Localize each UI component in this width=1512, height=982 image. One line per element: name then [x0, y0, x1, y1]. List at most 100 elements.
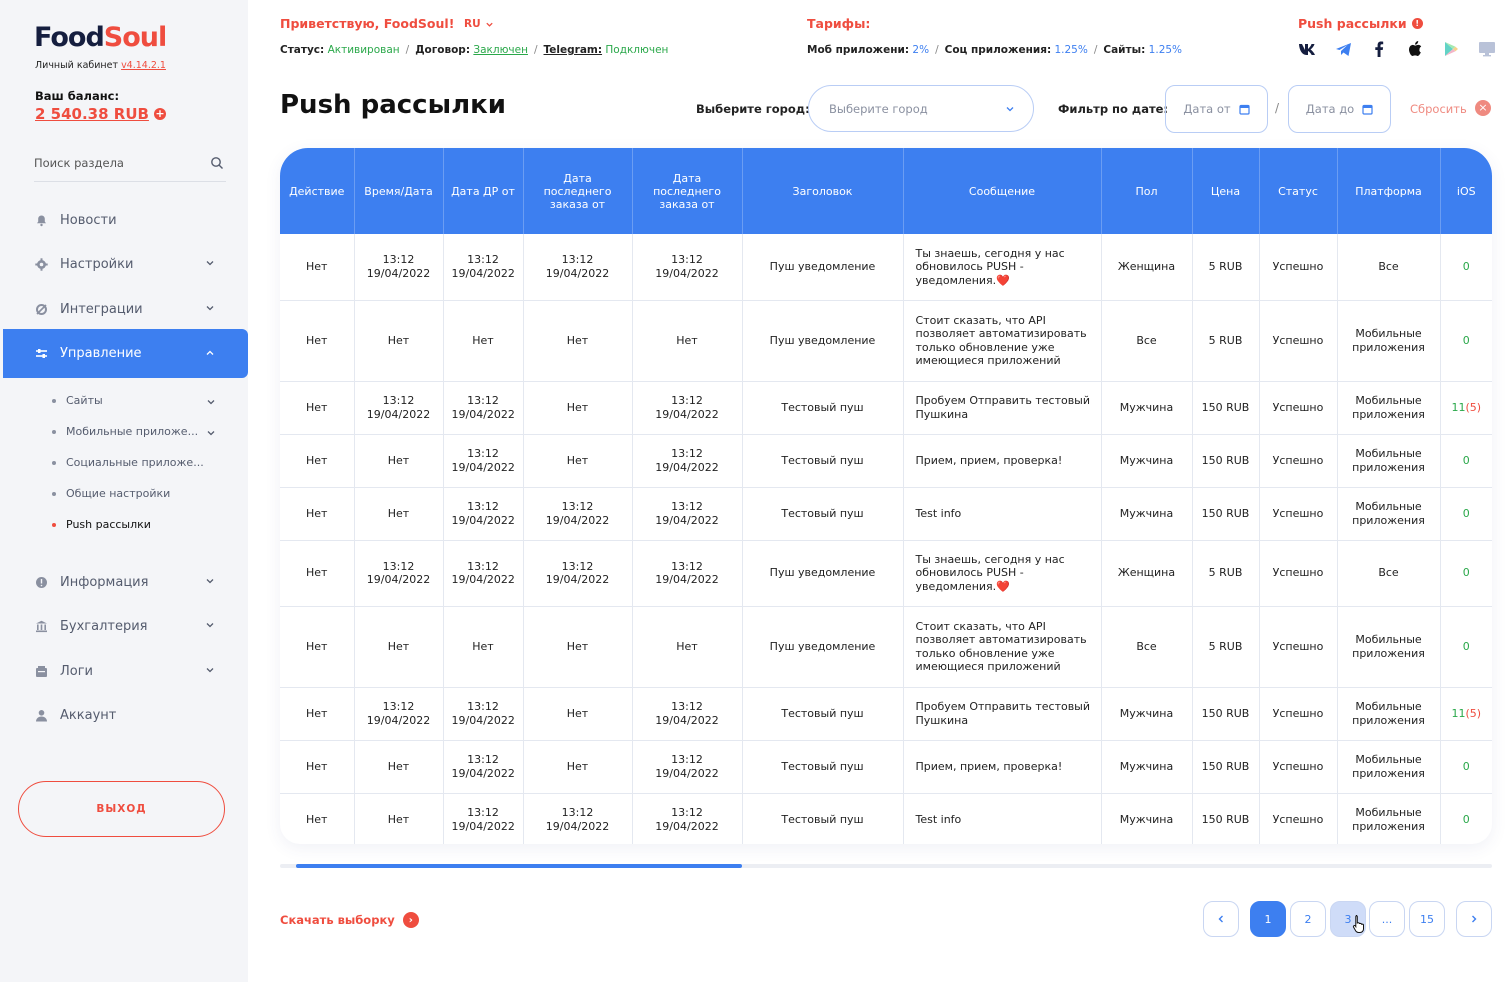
tariffs-title: Тарифы: — [807, 16, 871, 31]
title-cell: Пуш уведомление — [742, 300, 904, 382]
title-cell: Тестовый пуш — [742, 687, 904, 741]
chevron-down-icon — [206, 579, 214, 584]
telegram-icon[interactable] — [1332, 39, 1354, 59]
column-header[interactable]: Статус — [1259, 148, 1338, 234]
sub-item-mobile-apps[interactable]: Мобильные приложе... — [52, 425, 215, 438]
column-header[interactable]: Время/Дата — [354, 148, 444, 234]
scrollbar-thumb[interactable] — [296, 864, 742, 868]
nav-item-information[interactable]: Информация — [0, 560, 248, 604]
add-balance-icon[interactable]: + — [154, 108, 166, 120]
platform-cell: Все — [1337, 234, 1441, 301]
nav-item-integrations[interactable]: Интеграции — [0, 287, 248, 331]
balance-value[interactable]: 2 540.38 RUB — [35, 105, 149, 123]
download-selection-button[interactable]: Скачать выборку › — [280, 912, 419, 928]
date-from-input[interactable]: Дата от — [1165, 85, 1268, 133]
telegram-status: Подключен — [605, 44, 669, 56]
column-header[interactable]: Пол — [1101, 148, 1193, 234]
datetime-cell: Нет — [354, 487, 444, 541]
sub-item-general-settings[interactable]: Общие настройки — [52, 487, 170, 500]
price-cell: 150 RUB — [1192, 487, 1260, 541]
close-icon[interactable]: × — [1475, 100, 1491, 116]
desktop-icon[interactable] — [1476, 39, 1498, 59]
message-cell: Ты знаешь, сегодня у нас обновилось PUSH… — [903, 540, 1102, 607]
reset-filters-button[interactable]: Сбросить — [1410, 102, 1467, 116]
status-cell: Успешно — [1259, 540, 1338, 607]
account-status-line: Статус: Активирован / Договор: Заключен / Te… — [280, 44, 669, 56]
nav-item-logs[interactable]: Логи — [0, 649, 248, 693]
table-row[interactable]: Нет 13:12 19/04/2022 13:12 19/04/2022 Нет 13… — [280, 687, 1492, 741]
date-to-input[interactable]: Дата до — [1288, 85, 1391, 133]
sub-item-social-apps[interactable]: Социальные приложе... — [52, 456, 204, 469]
gender-cell: Мужчина — [1101, 381, 1193, 435]
table-row[interactable]: Нет Нет 13:12 19/04/2022 Нет 13:12 19/04/202… — [280, 740, 1492, 794]
apple-icon[interactable] — [1404, 39, 1426, 59]
prev-page-button[interactable] — [1203, 901, 1239, 937]
page-button-15[interactable]: 15 — [1409, 901, 1445, 937]
table-row[interactable]: Нет Нет Нет Нет Нет Пуш уведомление Стоит сказ… — [280, 606, 1492, 688]
page-button-1[interactable]: 1 — [1250, 901, 1286, 937]
city-select[interactable]: Выберите город — [808, 85, 1034, 132]
hand-cursor-icon — [1352, 915, 1364, 933]
nav-item-settings[interactable]: Настройки — [0, 242, 248, 286]
table-row[interactable]: Нет 13:12 19/04/2022 13:12 19/04/2022 Нет 13… — [280, 381, 1492, 435]
table-row[interactable]: Нет Нет 13:12 19/04/2022 13:12 19/04/2022 13… — [280, 487, 1492, 541]
column-header[interactable]: Действие — [280, 148, 355, 234]
datetime-cell: 13:12 19/04/2022 — [354, 234, 444, 301]
status-cell: Успешно — [1259, 381, 1338, 435]
table-row[interactable]: Нет Нет 13:12 19/04/2022 13:12 19/04/2022 13… — [280, 793, 1492, 844]
column-header[interactable]: Дата последнего заказа от — [632, 148, 743, 234]
nav-item-accounting[interactable]: Бухгалтерия — [0, 604, 248, 648]
nav-item-account[interactable]: Аккаунт — [0, 693, 248, 737]
facebook-icon[interactable] — [1368, 39, 1390, 59]
telegram-link[interactable]: Telegram: — [544, 44, 603, 56]
message-cell: Пробуем Отправить тестовый Пушкина — [903, 381, 1102, 435]
sub-item-sites[interactable]: Сайты — [52, 394, 215, 407]
next-page-button[interactable] — [1456, 901, 1492, 937]
vk-icon[interactable] — [1296, 39, 1318, 59]
table-row[interactable]: Нет 13:12 19/04/2022 13:12 19/04/2022 13:12… — [280, 540, 1492, 607]
table-row[interactable]: Нет Нет 13:12 19/04/2022 Нет 13:12 19/04/202… — [280, 434, 1492, 488]
last-order-cell: Нет — [523, 687, 633, 741]
logo[interactable]: FoodSoul — [34, 22, 167, 53]
contract-link[interactable]: Заключен — [473, 44, 528, 56]
logout-button[interactable]: ВЫХОД — [18, 781, 225, 837]
column-header[interactable]: Дата последнего заказа от — [523, 148, 633, 234]
search-icon[interactable] — [210, 156, 224, 170]
nav-item-management[interactable]: Управление — [3, 329, 248, 378]
datetime-cell: Нет — [354, 300, 444, 382]
datetime-cell: Нет — [354, 740, 444, 794]
title-cell: Тестовый пуш — [742, 434, 904, 488]
column-header[interactable]: Цена — [1192, 148, 1260, 234]
table-row[interactable]: Нет 13:12 19/04/2022 13:12 19/04/2022 13:12… — [280, 234, 1492, 301]
date-separator: / — [1275, 101, 1280, 115]
column-header[interactable]: Сообщение — [903, 148, 1102, 234]
column-header[interactable]: Дата ДР от — [443, 148, 524, 234]
language-select[interactable]: RU — [464, 18, 494, 30]
google-play-icon[interactable] — [1440, 39, 1462, 59]
version-link[interactable]: v4.14.2.1 — [121, 60, 166, 71]
page-button-2[interactable]: 2 — [1290, 901, 1326, 937]
last-order-cell: Нет — [523, 381, 633, 435]
column-header[interactable]: Заголовок — [742, 148, 904, 234]
horizontal-scrollbar[interactable] — [280, 864, 1492, 868]
balance-label: Ваш баланс: — [35, 89, 120, 103]
price-cell: 5 RUB — [1192, 540, 1260, 607]
datetime-cell: 13:12 19/04/2022 — [354, 381, 444, 435]
column-header[interactable]: iOS — [1440, 148, 1492, 234]
action-cell: Нет — [280, 300, 355, 382]
column-header[interactable]: Платформа — [1337, 148, 1441, 234]
nav-item-news[interactable]: Новости — [0, 198, 248, 242]
message-cell: Прием, прием, проверка! — [903, 740, 1102, 794]
birthday-cell: 13:12 19/04/2022 — [443, 434, 524, 488]
section-search-input[interactable] — [34, 150, 204, 176]
birthday-cell: 13:12 19/04/2022 — [443, 381, 524, 435]
sub-item-push[interactable]: Push рассылки — [52, 518, 151, 531]
chevron-down-icon — [206, 623, 214, 628]
info-icon[interactable]: ! — [1411, 18, 1423, 29]
page-ellipsis[interactable]: ... — [1369, 901, 1405, 937]
ios-cell: 11(5) — [1440, 687, 1492, 741]
title-cell: Тестовый пуш — [742, 487, 904, 541]
table-row[interactable]: Нет Нет Нет Нет Нет Пуш уведомление Стоит сказ… — [280, 300, 1492, 382]
birthday-cell: 13:12 19/04/2022 — [443, 793, 524, 844]
cabinet-label: Личный кабинет v4.14.2.1 — [35, 60, 166, 71]
